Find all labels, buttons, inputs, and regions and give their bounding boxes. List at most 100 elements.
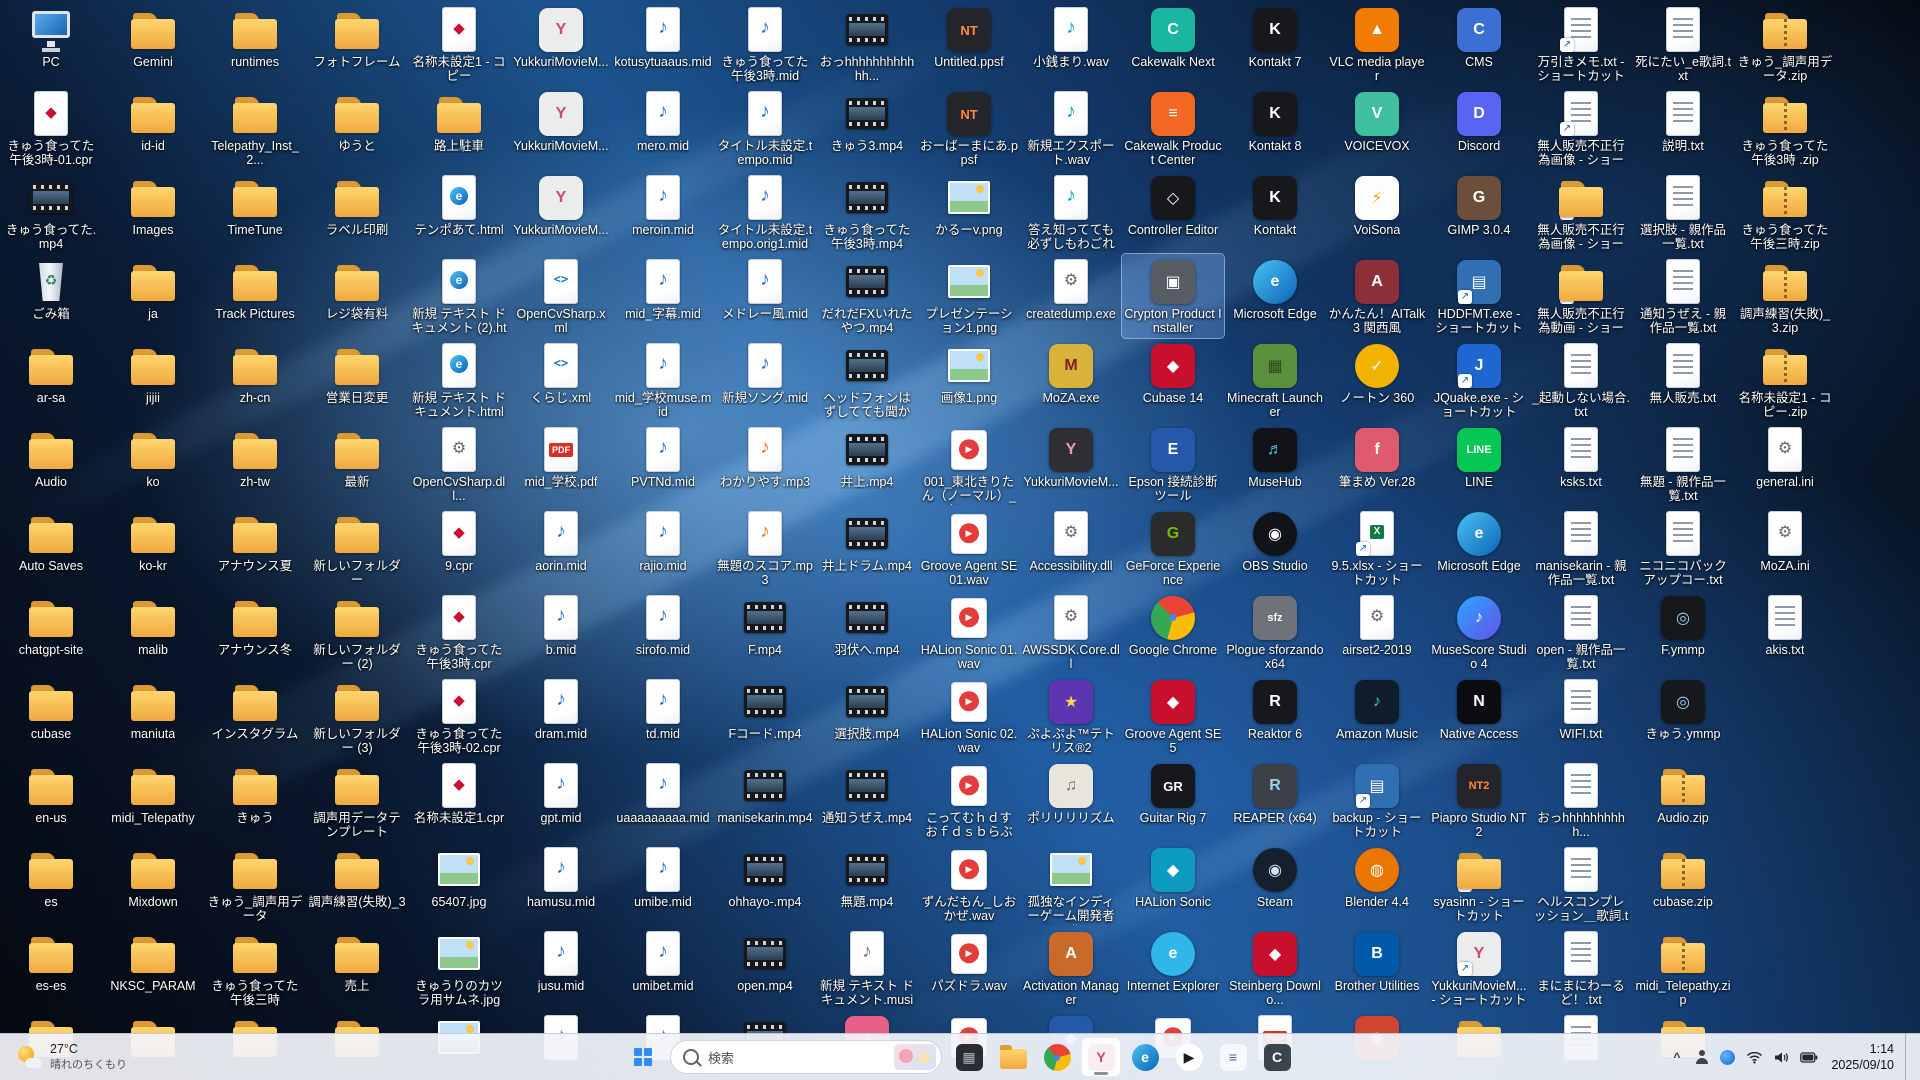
desktop-icon[interactable]: 説明.txt	[1632, 86, 1734, 170]
desktop-icon[interactable]: general.ini	[1734, 422, 1836, 506]
desktop-icon[interactable]: A Activation Manager	[1020, 926, 1122, 1010]
desktop-icon[interactable]: 新しいフォルダー (3)	[306, 674, 408, 758]
desktop-icon[interactable]: C CMS	[1428, 2, 1530, 86]
desktop-icon[interactable]: ヘッドフォンはずしてても聞かゆ.mp4	[816, 338, 918, 422]
desktop-icon[interactable]: 売上	[306, 926, 408, 1010]
desktop-icon[interactable]: E Epson 接続診断ツール	[1122, 422, 1224, 506]
desktop-icon[interactable]: ずんだもん_しおかぜ.wav	[918, 842, 1020, 926]
search-box[interactable]: 検索	[670, 1040, 942, 1074]
desktop-icon[interactable]: ◆ Steinberg Downlo...	[1224, 926, 1326, 1010]
desktop-icon[interactable]: MoZA.ini	[1734, 506, 1836, 590]
desktop-icon[interactable]: WIFI.txt	[1530, 674, 1632, 758]
desktop-icon[interactable]: 新規ソング.mid	[714, 338, 816, 422]
desktop-icon[interactable]: パズドラ.wav	[918, 926, 1020, 1010]
desktop-icon[interactable]: maniuta	[102, 674, 204, 758]
desktop-icon[interactable]: D Discord	[1428, 86, 1530, 170]
desktop-icon[interactable]: 井上ドラム.mp4	[816, 506, 918, 590]
desktop-icon[interactable]: G GIMP 3.0.4	[1428, 170, 1530, 254]
desktop-icon[interactable]: airset2-2019	[1326, 590, 1428, 674]
desktop-icon[interactable]: ▦ Minecraft Launcher	[1224, 338, 1326, 422]
desktop-icon[interactable]: ≡ Cakewalk Product Center	[1122, 86, 1224, 170]
desktop-icon[interactable]: kotusytuaaus.mid	[612, 2, 714, 86]
people-icon[interactable]	[1695, 1050, 1709, 1064]
desktop-icon[interactable]: ♬ MuseHub	[1224, 422, 1326, 506]
onedrive-icon[interactable]	[1720, 1049, 1736, 1065]
desktop-icon[interactable]: sirofo.mid	[612, 590, 714, 674]
desktop-icon[interactable]: 新規エクスポート.wav	[1020, 86, 1122, 170]
desktop-icon[interactable]: 新規 テキスト ドキュメント.html	[408, 338, 510, 422]
desktop-icon[interactable]: hamusu.mid	[510, 842, 612, 926]
desktop-icon[interactable]: akis.txt	[1734, 590, 1836, 674]
desktop-icon[interactable]: きゅう食ってた.mp4	[0, 170, 102, 254]
desktop-icon[interactable]: ✓ ノートン 360	[1326, 338, 1428, 422]
desktop-icon[interactable]: A かんたん！AITalk 3 関西風	[1326, 254, 1428, 338]
desktop-icon[interactable]: ◎ F.ymmp	[1632, 590, 1734, 674]
desktop-icon[interactable]: 新規 テキスト ドキュメント.musicxml	[816, 926, 918, 1010]
desktop-icon[interactable]: malib	[102, 590, 204, 674]
desktop-icon[interactable]: J ↗ JQuake.exe - ショートカット	[1428, 338, 1530, 422]
desktop-icon[interactable]: 9.cpr	[408, 506, 510, 590]
desktop-icon[interactable]: きゅう食ってた午後3時.cpr	[408, 590, 510, 674]
desktop-icon[interactable]: タイトル未設定.tempo.mid	[714, 86, 816, 170]
desktop-icon[interactable]: おっhhhhhhhhhh...	[1530, 758, 1632, 842]
desktop-icon[interactable]: ohhayo-.mp4	[714, 842, 816, 926]
desktop-icon[interactable]: e Microsoft Edge	[1428, 506, 1530, 590]
desktop-icon[interactable]: NT2 Piapro Studio NT2	[1428, 758, 1530, 842]
desktop-icon[interactable]: Fコード.mp4	[714, 674, 816, 758]
desktop-icon[interactable]: こってむｈｄすおｆｄｓｂらぶぁ.wav	[918, 758, 1020, 842]
desktop-icon[interactable]: b.mid	[510, 590, 612, 674]
desktop-icon[interactable]: 通知うぜえ - 親作品一覧.txt	[1632, 254, 1734, 338]
desktop-icon[interactable]: createdump.exe	[1020, 254, 1122, 338]
desktop-icon[interactable]: ◎ きゅう.ymmp	[1632, 674, 1734, 758]
desktop-icon[interactable]: 孤独なインディーゲーム開発者の一生 ...	[1020, 842, 1122, 926]
desktop-icon[interactable]: ◆ HALion Sonic	[1122, 842, 1224, 926]
desktop-icon[interactable]: 名称未設定1 - コピー	[408, 2, 510, 86]
desktop-icon[interactable]: 選択肢 - 親作品一覧.txt	[1632, 170, 1734, 254]
desktop-icon[interactable]: ko-kr	[102, 506, 204, 590]
desktop-icon[interactable]: きゅう_調声用データ	[204, 842, 306, 926]
desktop-icon[interactable]: ar-sa	[0, 338, 102, 422]
desktop-icon[interactable]: ▲ VLC media player	[1326, 2, 1428, 86]
show-desktop-button[interactable]	[1905, 1034, 1912, 1080]
desktop-icon[interactable]: だれだFXいれたやつ.mp4	[816, 254, 918, 338]
taskbar-app-movie-app[interactable]: ▦	[949, 1037, 989, 1077]
desktop-icon[interactable]: ◆ Cubase 14	[1122, 338, 1224, 422]
desktop-icon[interactable]: N Native Access	[1428, 674, 1530, 758]
desktop-icon[interactable]: 無題のスコア.mp3	[714, 506, 816, 590]
desktop-icon[interactable]: NKSC_PARAM	[102, 926, 204, 1010]
desktop-icon[interactable]: おっhhhhhhhhhhhh...	[816, 2, 918, 86]
desktop-icon[interactable]: ゆうと	[306, 86, 408, 170]
desktop-icon[interactable]: ◇ Controller Editor	[1122, 170, 1224, 254]
desktop-icon[interactable]: B Brother Utilities	[1326, 926, 1428, 1010]
desktop-icon[interactable]: 死にたい_e歌詞.txt	[1632, 2, 1734, 86]
desktop-icon[interactable]: かるーv.png	[918, 170, 1020, 254]
desktop-icon[interactable]: td.mid	[612, 674, 714, 758]
desktop-icon[interactable]: 65407.jpg	[408, 842, 510, 926]
desktop-icon[interactable]: 調声練習(失敗)_3.zip	[1734, 254, 1836, 338]
desktop-icon[interactable]: ↗ 無人販売不正行為画像 - ショートカット	[1530, 170, 1632, 254]
desktop-icon[interactable]: きゅう食ってた午後三時.zip	[1734, 170, 1836, 254]
desktop-icon[interactable]: LINE LINE	[1428, 422, 1530, 506]
desktop-icon[interactable]: TimeTune	[204, 170, 306, 254]
desktop-icon[interactable]: 001_東北きりたん（ノーマル）_今しゃ...	[918, 422, 1020, 506]
desktop-icon[interactable]: sfz Plogue sforzando x64	[1224, 590, 1326, 674]
desktop-icon[interactable]: f 筆まめ Ver.28	[1326, 422, 1428, 506]
desktop-icon[interactable]: ⚡ VoiSona	[1326, 170, 1428, 254]
desktop-icon[interactable]: 新しいフォルダー	[306, 506, 408, 590]
desktop-icon[interactable]: OpenCvSharp.dll...	[408, 422, 510, 506]
desktop-icon[interactable]: ja	[102, 254, 204, 338]
desktop-icon[interactable]: 通知うぜえ.mp4	[816, 758, 918, 842]
desktop-icon[interactable]: uaaaaaaaaa.mid	[612, 758, 714, 842]
desktop-icon[interactable]: manisekarin - 親作品一覧.txt	[1530, 506, 1632, 590]
taskbar-app-media-player[interactable]: ▶	[1169, 1037, 1209, 1077]
desktop-icon[interactable]: 無人販売.txt	[1632, 338, 1734, 422]
wifi-icon[interactable]	[1746, 1051, 1763, 1064]
desktop-icon[interactable]: 営業日変更	[306, 338, 408, 422]
desktop-icon[interactable]: 画像1.png	[918, 338, 1020, 422]
taskbar-app-cubase[interactable]: C	[1257, 1037, 1297, 1077]
desktop-icon[interactable]: zh-tw	[204, 422, 306, 506]
desktop-icon[interactable]: PVTNd.mid	[612, 422, 714, 506]
battery-icon[interactable]	[1800, 1051, 1818, 1063]
desktop-icon[interactable]: きゅう_調声用データ.zip	[1734, 2, 1836, 86]
desktop-icon[interactable]: Gemini	[102, 2, 204, 86]
